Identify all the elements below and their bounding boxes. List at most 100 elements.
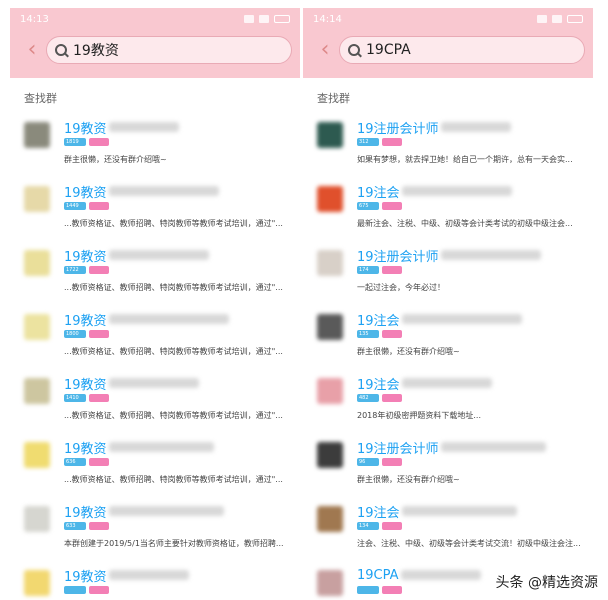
group-avatar [24,186,50,212]
category-badge [382,330,402,338]
blurred-title [401,186,512,196]
member-count-badge: 1410 [64,394,86,402]
group-list-item[interactable]: 19注册会计师 96 群主很懒，还没有群介绍哦~ [303,432,593,496]
member-count-badge: 1800 [64,330,86,338]
blurred-title [440,442,546,452]
back-icon[interactable]: ‹ [311,39,339,61]
category-badge [382,202,402,210]
group-title: 19教资 [64,249,107,265]
group-tags: 636 [64,458,290,468]
blurred-title [108,250,209,260]
blurred-title [401,314,522,324]
category-badge [89,266,109,274]
group-list-item[interactable]: 19注会 482 2018年初级密押题资料下载地址... [303,368,593,432]
search-input[interactable]: 19教资 [46,36,292,64]
phone-screen-right: 14:14 ‹ 19CPA 查找群 19注册会计师 312 如果有梦想，就去捍卫她！… [303,8,593,600]
group-list-item[interactable]: 19注会 135 群主很懒，还没有群介绍哦~ [303,304,593,368]
group-avatar [317,186,343,212]
group-list-item[interactable]: 19注册会计师 174 一起过注会，今年必过！ [303,240,593,304]
group-list-item[interactable]: 19教资 1722 ...教师资格证、教师招聘、特岗教师等教师考试培训，通过"... [10,240,300,304]
group-title: 19教资 [64,569,107,585]
category-badge [89,138,109,146]
member-count-badge: 1722 [64,266,86,274]
status-time: 14:14 [313,13,342,25]
group-tags: 1449 [64,202,290,212]
group-title: 19教资 [64,185,107,201]
group-avatar [317,122,343,148]
group-description: 如果有梦想，就去捍卫她！给自己一个期许，总有一天会实... [357,155,573,164]
group-list-item[interactable]: 19注会 134 注会、注税、中级、初级等会计类考试交流！初级中级注会注... [303,496,593,560]
group-tags: 675 [357,202,583,212]
group-tags: 1410 [64,394,290,404]
group-title: 19教资 [64,441,107,457]
category-badge [382,266,402,274]
member-count-badge [64,586,86,594]
member-count-badge: 96 [357,458,379,466]
group-avatar [24,122,50,148]
group-list-item[interactable]: 19教资 1800 ...教师资格证、教师招聘、特岗教师等教师考试培训，通过"... [10,304,300,368]
group-description: ...教师资格证、教师招聘、特岗教师等教师考试培训，通过"... [64,475,283,484]
category-badge [89,458,109,466]
group-list-item[interactable]: 19教资 [10,560,300,600]
group-avatar [24,506,50,532]
group-description: ...教师资格证、教师招聘、特岗教师等教师考试培训，通过"... [64,219,283,228]
blurred-title [108,122,179,132]
group-avatar [24,570,50,596]
group-info: 19注会 134 注会、注税、中级、初级等会计类考试交流！初级中级注会注... [357,502,583,560]
group-title: 19教资 [64,377,107,393]
search-query: 19教资 [73,43,119,59]
group-tags: 633 [64,522,290,532]
group-title: 19教资 [64,313,107,329]
group-tags: 174 [357,266,583,276]
search-icon [348,44,360,56]
group-avatar [317,378,343,404]
category-badge [89,522,109,530]
group-list-item[interactable]: 19教资 1410 ...教师资格证、教师招聘、特岗教师等教师考试培训，通过"... [10,368,300,432]
blurred-title [108,378,199,388]
search-row: ‹ 19CPA [303,30,593,70]
watermark: 头条 @精选资源 [495,575,598,591]
phone-screen-left: 14:13 ‹ 19教资 查找群 19教资 1819 群主很懒，还没有群介绍哦~ 19… [10,8,300,600]
wifi-icon [552,15,562,23]
group-info: 19教资 1410 ...教师资格证、教师招聘、特岗教师等教师考试培训，通过"... [64,374,290,432]
group-list-item[interactable]: 19注会 675 最新注会、注税、中级、初级等会计类考试的初级中级注会... [303,176,593,240]
group-description: 群主很懒，还没有群介绍哦~ [357,347,460,356]
group-avatar [317,570,343,596]
group-list-item[interactable]: 19注册会计师 312 如果有梦想，就去捍卫她！给自己一个期许，总有一天会实... [303,112,593,176]
member-count-badge: 134 [357,522,379,530]
back-icon[interactable]: ‹ [18,39,46,61]
member-count-badge: 1449 [64,202,86,210]
group-avatar [317,442,343,468]
group-description: ...教师资格证、教师招聘、特岗教师等教师考试培训，通过"... [64,411,283,420]
category-badge [382,522,402,530]
group-info: 19注会 135 群主很懒，还没有群介绍哦~ [357,310,583,368]
group-tags: 96 [357,458,583,468]
member-count-badge: 636 [64,458,86,466]
search-input[interactable]: 19CPA [339,36,585,64]
section-title: 查找群 [317,92,350,105]
group-list-item[interactable]: 19教资 1449 ...教师资格证、教师招聘、特岗教师等教师考试培训，通过"... [10,176,300,240]
signal-icon [537,15,547,23]
group-title: 19注会 [357,505,400,521]
group-info: 19注册会计师 96 群主很懒，还没有群介绍哦~ [357,438,583,496]
group-description: ...教师资格证、教师招聘、特岗教师等教师考试培训，通过"... [64,283,283,292]
group-description: 注会、注税、中级、初级等会计类考试交流！初级中级注会注... [357,539,581,548]
group-list-item[interactable]: 19教资 633 本群创建于2019/5/1当名师主要针对教师资格证，教师招聘... [10,496,300,560]
search-row: ‹ 19教资 [10,30,300,70]
group-avatar [24,378,50,404]
category-badge [382,458,402,466]
category-badge [89,586,109,594]
group-tags: 1819 [64,138,290,148]
member-count-badge: 312 [357,138,379,146]
group-tags: 134 [357,522,583,532]
search-query: 19CPA [366,42,411,58]
group-avatar [317,314,343,340]
group-info: 19注册会计师 174 一起过注会，今年必过！ [357,246,583,304]
category-badge [89,394,109,402]
group-list-item[interactable]: 19教资 636 ...教师资格证、教师招聘、特岗教师等教师考试培训，通过"... [10,432,300,496]
signal-icon [244,15,254,23]
group-tags: 312 [357,138,583,148]
group-list: 19注册会计师 312 如果有梦想，就去捍卫她！给自己一个期许，总有一天会实... 1… [303,112,593,600]
group-title: 19注会 [357,313,400,329]
group-list-item[interactable]: 19教资 1819 群主很懒，还没有群介绍哦~ [10,112,300,176]
